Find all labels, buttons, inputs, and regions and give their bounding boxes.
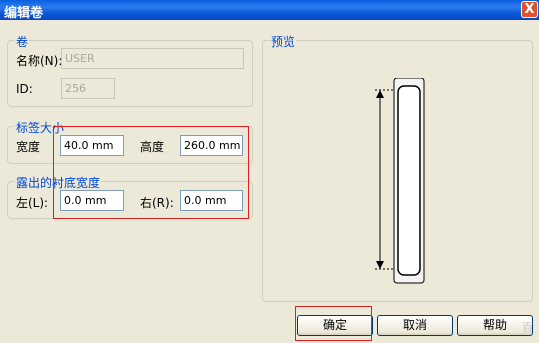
highlight-box-ok [295,306,372,341]
window-title: 编辑卷 [4,6,44,21]
left-label: 左(L): [16,196,49,210]
name-field[interactable]: USER [61,48,244,69]
preview-group-title: 预览 [270,33,297,50]
name-label: 名称(N): [16,54,63,68]
id-field[interactable]: 256 [61,78,115,99]
width-label: 宽度 [16,140,41,154]
label-preview [375,78,425,284]
id-label: ID: [16,82,33,96]
cancel-button[interactable]: 取消 [377,315,453,336]
volume-group-title: 卷 [15,33,30,50]
highlight-box-inputs [53,126,249,219]
close-icon[interactable]: X [521,1,538,18]
title-bar: 编辑卷 X [0,0,539,21]
watermark: 百 [522,321,533,334]
